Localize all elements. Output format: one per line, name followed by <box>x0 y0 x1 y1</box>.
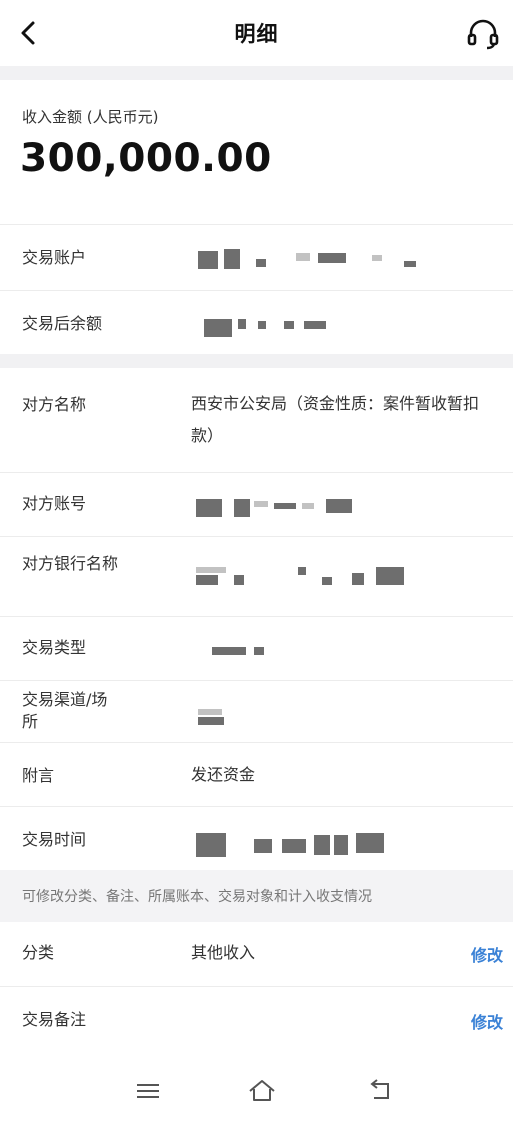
remark-edit-link[interactable]: 修改 <box>471 1009 503 1033</box>
chevron-left-icon <box>21 21 35 45</box>
menu-button[interactable] <box>132 1076 164 1106</box>
top-header: 明细 <box>0 0 513 66</box>
counterparty-bank-row: 对方银行名称 <box>0 536 513 616</box>
transaction-type-label: 交易类型 <box>22 638 87 657</box>
return-button[interactable] <box>364 1076 396 1106</box>
counterparty-account-row: 对方账号 <box>0 472 513 536</box>
edit-hint-text: 可修改分类、备注、所属账本、交易对象和计入收支情况 <box>22 889 372 905</box>
section-divider <box>0 354 513 368</box>
headset-icon <box>467 19 499 50</box>
memo-value: 发还资金 <box>191 765 256 784</box>
remark-row[interactable]: 交易备注 修改 <box>0 986 513 1052</box>
section-divider <box>0 66 513 80</box>
counterparty-name-label: 对方名称 <box>22 395 87 414</box>
account-row: 交易账户 <box>0 224 513 290</box>
counterparty-name-value: 西安市公安局（资金性质：案件暂收暂扣款） <box>191 394 480 445</box>
edit-hint-bar: 可修改分类、备注、所属账本、交易对象和计入收支情况 <box>0 870 513 922</box>
transaction-channel-label: 交易渠道/场所 <box>22 690 108 731</box>
customer-service-button[interactable] <box>465 16 501 52</box>
back-button[interactable] <box>14 18 44 48</box>
balance-label: 交易后余额 <box>22 314 103 333</box>
amount-value: 300,000.00 <box>20 136 272 181</box>
transaction-time-label: 交易时间 <box>22 830 87 849</box>
amount-label: 收入金额 (人民币元) <box>22 108 159 126</box>
home-icon <box>249 1080 275 1101</box>
memo-row: 附言 发还资金 <box>0 742 513 806</box>
system-nav-bar <box>0 1052 513 1129</box>
counterparty-bank-label: 对方银行名称 <box>22 554 119 573</box>
return-icon <box>370 1079 389 1099</box>
category-label: 分类 <box>22 943 55 962</box>
memo-label: 附言 <box>22 766 55 785</box>
transaction-time-row: 交易时间 <box>0 806 513 870</box>
balance-row: 交易后余额 <box>0 290 513 354</box>
category-value: 其他收入 <box>191 943 256 962</box>
remark-label: 交易备注 <box>22 1010 87 1029</box>
category-row[interactable]: 分类 其他收入 修改 <box>0 922 513 986</box>
home-button[interactable] <box>246 1076 278 1106</box>
amount-section: 收入金额 (人民币元) 300,000.00 <box>0 80 513 224</box>
transaction-channel-row: 交易渠道/场所 <box>0 680 513 742</box>
account-label: 交易账户 <box>22 248 87 267</box>
counterparty-account-label: 对方账号 <box>22 494 87 513</box>
counterparty-name-row: 对方名称 西安市公安局（资金性质：案件暂收暂扣款） <box>0 368 513 472</box>
category-edit-link[interactable]: 修改 <box>471 942 503 966</box>
menu-icon <box>137 1084 159 1098</box>
transaction-type-row: 交易类型 <box>0 616 513 680</box>
page-title: 明细 <box>234 22 279 46</box>
